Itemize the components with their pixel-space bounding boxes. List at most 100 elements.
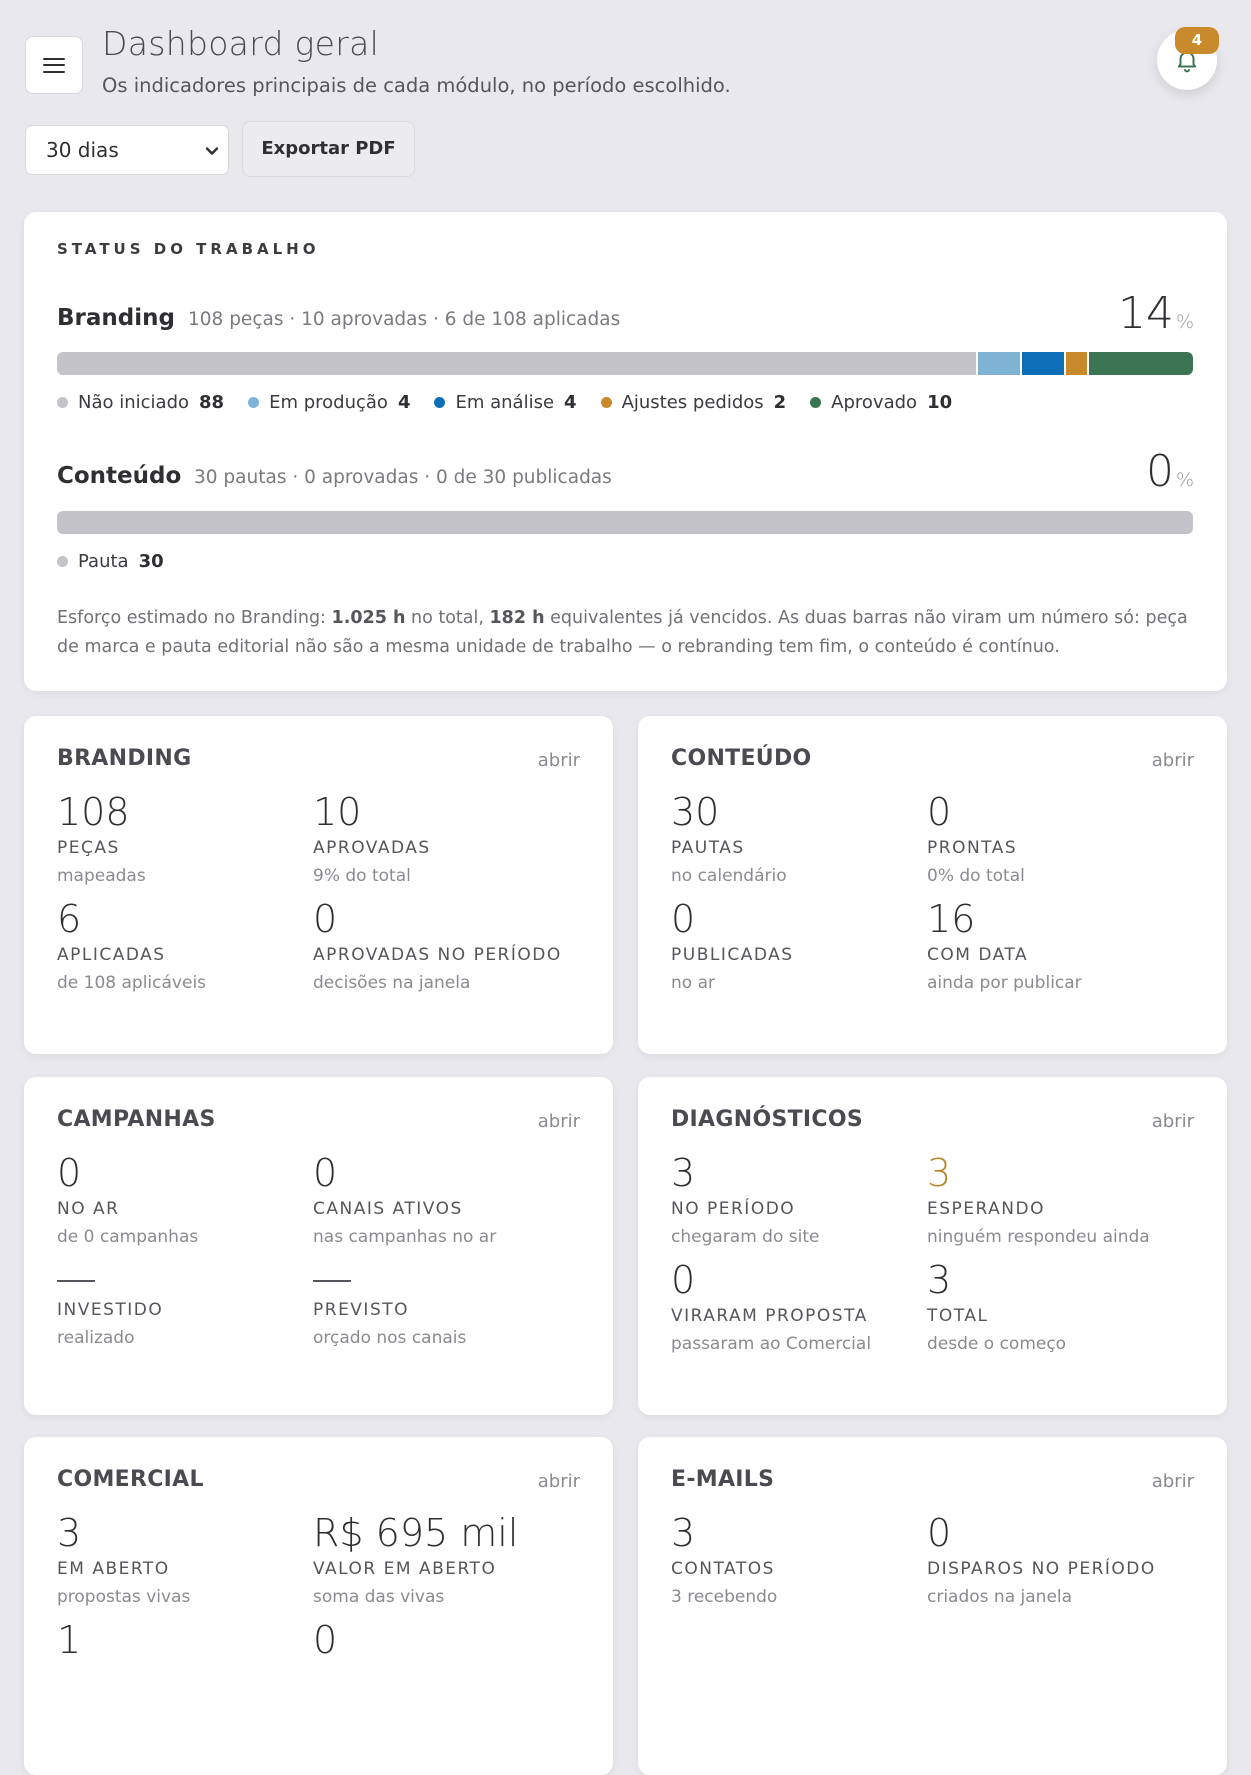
conteudo-percent-value: 0 [1145, 446, 1174, 497]
effort-note: Esforço estimado no Branding: 1.025 h no… [57, 604, 1197, 662]
conteudo-progress-bar [57, 511, 1193, 534]
metric: 3 EM ABERTO propostas vivas [57, 1513, 317, 1607]
metric-hint: orçado nos canais [313, 1328, 467, 1348]
metric-hint: mapeadas [57, 866, 146, 886]
metric-label: EM ABERTO [57, 1559, 170, 1579]
metric-label: NO PERÍODO [671, 1199, 796, 1219]
metric-value: 3 [927, 1151, 952, 1195]
metric-value: 0 [671, 897, 696, 941]
metric-value: 0 [313, 1618, 338, 1662]
bar-segment [57, 352, 977, 375]
metric-label: TOTAL [927, 1306, 989, 1326]
conteudo-card: CONTEÚDO abrir 30 PAUTAS no calendário 0 PRONT… [638, 716, 1227, 1054]
metric: 30 PAUTAS no calendário [671, 792, 931, 886]
metric-value: 0 [313, 897, 338, 941]
metric-value: 3 [57, 1511, 82, 1555]
percent-sign: % [1175, 311, 1194, 333]
menu-button[interactable] [25, 36, 83, 94]
metric-value: 6 [57, 897, 82, 941]
module-title: CONTEÚDO [671, 746, 812, 771]
bar-segment [978, 352, 1020, 375]
legend-label: Aprovado [831, 392, 918, 413]
percent-sign: % [1175, 469, 1194, 491]
metric: 0 VIRARAM PROPOSTA passaram ao Comercial [671, 1260, 931, 1354]
metric-hint: decisões na janela [313, 973, 471, 993]
open-link[interactable]: abrir [1152, 1471, 1194, 1492]
metric: 3 NO PERÍODO chegaram do site [671, 1153, 931, 1247]
page-header: Dashboard geral Os indicadores principai… [0, 0, 1251, 200]
metric-value: 0 [313, 1151, 338, 1195]
legend-label: Pauta [78, 551, 129, 572]
metric: 108 PEÇAS mapeadas [57, 792, 317, 886]
module-title: E-MAILS [671, 1467, 775, 1492]
metric-label: INVESTIDO [57, 1300, 164, 1320]
metric-value: 30 [671, 790, 720, 834]
metric-value: 108 [57, 790, 130, 834]
legend-count: 2 [773, 392, 787, 413]
branding-legend: Não iniciado 88 Em produção 4 Em análise 4 Aju… [57, 392, 976, 413]
metric-label: PAUTAS [671, 838, 745, 858]
legend-dot-icon [434, 397, 446, 408]
metric-label: APROVADAS [313, 838, 431, 858]
open-link[interactable]: abrir [538, 750, 580, 771]
empty-value-dash [313, 1280, 351, 1282]
effort-total-hours: 1.025 h [331, 608, 406, 628]
metric: 0 CANAIS ATIVOS nas campanhas no ar [313, 1153, 573, 1247]
metric-value: 0 [57, 1151, 82, 1195]
conteudo-legend: Pauta 30 [57, 551, 188, 572]
open-link[interactable]: abrir [1152, 750, 1194, 771]
metric-value: 16 [927, 897, 976, 941]
effort-overdue-hours: 182 h [489, 608, 545, 628]
hamburger-icon [43, 57, 65, 73]
period-select[interactable]: 30 dias [25, 125, 229, 175]
metric-hint: ainda por publicar [927, 973, 1082, 993]
export-pdf-button[interactable]: Exportar PDF [242, 121, 415, 177]
open-link[interactable]: abrir [1152, 1111, 1194, 1132]
bar-segment [1088, 352, 1193, 375]
metric: 6 APLICADAS de 108 aplicáveis [57, 899, 317, 993]
diagnosticos-card: DIAGNÓSTICOS abrir 3 NO PERÍODO chegaram do … [638, 1077, 1227, 1415]
open-link[interactable]: abrir [538, 1471, 580, 1492]
legend-dot-icon [57, 397, 68, 408]
branding-card: BRANDING abrir 108 PEÇAS mapeadas 10 APROVADAS… [24, 716, 613, 1054]
section-label: STATUS DO TRABALHO [57, 240, 320, 258]
empty-value-dash [57, 1280, 95, 1282]
metric-hint: realizado [57, 1328, 135, 1348]
metric-value: 1 [57, 1618, 82, 1662]
notifications-badge: 4 [1175, 27, 1219, 54]
period-selected-value: 30 dias [46, 138, 119, 162]
metric: 3 CONTATOS 3 recebendo [671, 1513, 931, 1607]
emails-card: E-MAILS abrir 3 CONTATOS 3 recebendo 0 DISPARO… [638, 1437, 1227, 1775]
metric-label: APLICADAS [57, 945, 166, 965]
metric: R$ 695 mil VALOR EM ABERTO soma das vivas [313, 1513, 573, 1607]
metric-hint: propostas vivas [57, 1587, 191, 1607]
metric-label: NO AR [57, 1199, 120, 1219]
conteudo-row-summary: 30 pautas · 0 aprovadas · 0 de 30 public… [194, 467, 612, 488]
legend-item: Ajustes pedidos 2 [600, 392, 787, 413]
legend-dot-icon [57, 556, 68, 567]
metric: 0 DISPAROS NO PERÍODO criados na janela [927, 1513, 1187, 1607]
module-title: DIAGNÓSTICOS [671, 1107, 863, 1132]
legend-item: Em análise 4 [434, 392, 577, 413]
metric-hint: de 108 aplicáveis [57, 973, 207, 993]
legend-count: 4 [564, 392, 577, 413]
metric: 3 TOTAL desde o começo [927, 1260, 1187, 1354]
metric: 0 [313, 1620, 573, 1660]
metric: 10 APROVADAS 9% do total [313, 792, 573, 886]
metric-label: PRONTAS [927, 838, 1018, 858]
legend-count: 30 [138, 551, 164, 572]
metric-label: ESPERANDO [927, 1199, 1045, 1219]
metric-value: 10 [313, 790, 362, 834]
metric-hint: criados na janela [927, 1587, 1073, 1607]
legend-item: Aprovado 10 [810, 392, 952, 413]
module-title: BRANDING [57, 746, 192, 771]
metric-value: 0 [927, 790, 952, 834]
effort-prefix: Esforço estimado no Branding: [57, 608, 332, 628]
metric-hint: 0% do total [927, 866, 1025, 886]
status-card: STATUS DO TRABALHO Branding 108 peças · … [24, 212, 1227, 691]
legend-item: Em produção 4 [248, 392, 410, 413]
metric-hint: desde o começo [927, 1334, 1067, 1354]
metric-label: DISPAROS NO PERÍODO [927, 1559, 1156, 1579]
open-link[interactable]: abrir [538, 1111, 580, 1132]
metric-label: COM DATA [927, 945, 1029, 965]
